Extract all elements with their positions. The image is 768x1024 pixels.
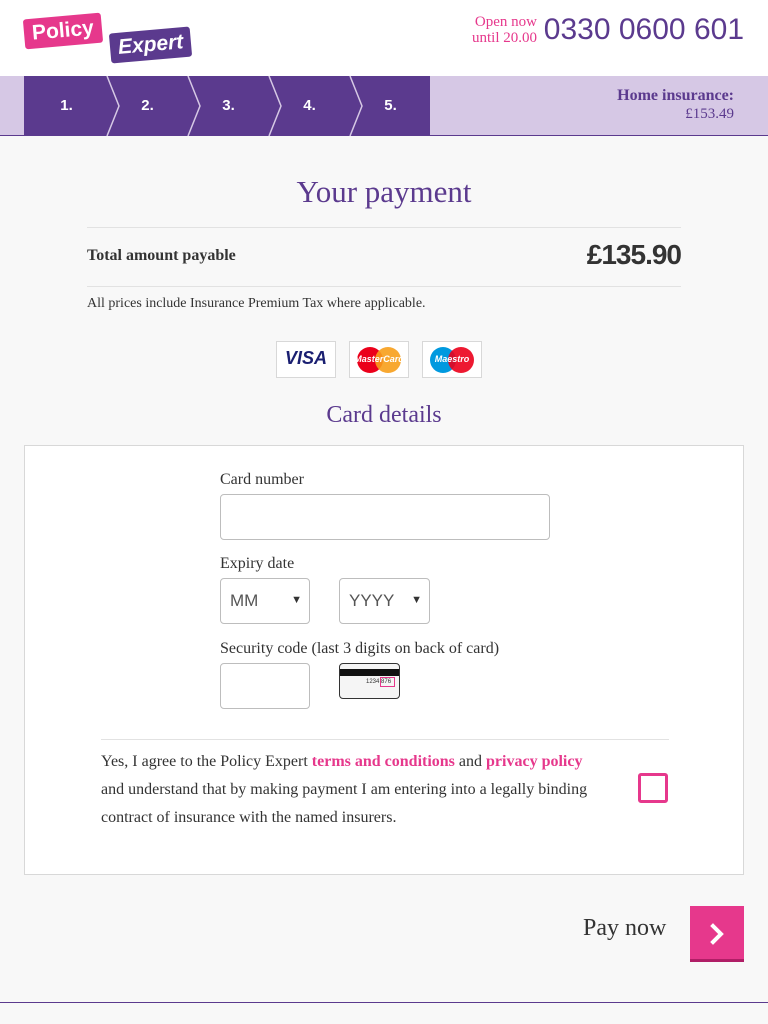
card-details-panel: Card number Expiry date MM ▼ YYYY ▼ Secu… bbox=[24, 445, 744, 875]
mastercard-logo-text: MasterCard bbox=[354, 354, 404, 364]
expiry-date-label: Expiry date bbox=[220, 555, 295, 572]
divider bbox=[87, 227, 681, 228]
page-title: Your payment bbox=[296, 174, 472, 209]
total-label: Total amount payable bbox=[87, 247, 236, 264]
pay-now-label[interactable]: Pay now bbox=[583, 915, 666, 942]
step-separator-icon bbox=[187, 76, 201, 136]
agree-checkbox[interactable] bbox=[638, 773, 668, 803]
step-separator-icon bbox=[106, 76, 120, 136]
premium-value: £153.49 bbox=[685, 106, 734, 122]
card-number-input[interactable] bbox=[220, 494, 550, 540]
divider bbox=[87, 286, 681, 287]
phone-number[interactable]: 0330 0600 601 bbox=[544, 12, 744, 48]
card-details-title: Card details bbox=[326, 402, 442, 428]
footer-divider bbox=[0, 1002, 768, 1003]
divider bbox=[101, 739, 669, 740]
logo-word-policy: Policy bbox=[22, 12, 104, 50]
accepted-cards: VISA MasterCard Maestro bbox=[276, 341, 492, 378]
expiry-year-value: YYYY bbox=[349, 591, 395, 610]
agreement-text: Yes, I agree to the Policy Expert terms … bbox=[101, 748, 601, 832]
chevron-right-icon bbox=[710, 923, 724, 945]
step-separator-icon bbox=[268, 76, 282, 136]
card-number-label: Card number bbox=[220, 471, 304, 488]
expiry-month-select[interactable]: MM ▼ bbox=[220, 578, 310, 624]
step-separator-icon bbox=[349, 76, 363, 136]
terms-and-conditions-link[interactable]: terms and conditions bbox=[312, 753, 455, 770]
site-header: Policy Expert Open now until 20.00 0330 … bbox=[0, 0, 768, 76]
open-now-text: Open now bbox=[474, 14, 537, 30]
maestro-logo-text: Maestro bbox=[434, 354, 470, 364]
step-1: 1. bbox=[60, 97, 73, 114]
cvv-highlight bbox=[380, 677, 395, 687]
pay-now-button[interactable] bbox=[690, 906, 744, 962]
tax-note: All prices include Insurance Premium Tax… bbox=[87, 296, 426, 311]
security-code-input[interactable] bbox=[220, 663, 310, 709]
policy-expert-logo[interactable]: Policy Expert bbox=[22, 12, 204, 66]
expiry-year-select[interactable]: YYYY ▼ bbox=[339, 578, 430, 624]
progress-steps: 1. 2. 3. 4. 5. bbox=[24, 76, 430, 136]
card-back-icon: 1234 876 bbox=[339, 663, 400, 699]
chevron-down-icon: ▼ bbox=[291, 594, 302, 606]
agreement-text-start: Yes, I agree to the Policy Expert bbox=[101, 753, 312, 770]
expiry-month-value: MM bbox=[230, 591, 259, 610]
chevron-down-icon: ▼ bbox=[411, 594, 422, 606]
maestro-logo: Maestro bbox=[422, 341, 482, 378]
opening-hours: Open now until 20.00 bbox=[472, 14, 537, 46]
premium-summary: Home insurance: £153.49 bbox=[617, 86, 734, 124]
privacy-policy-link[interactable]: privacy policy bbox=[486, 753, 582, 770]
security-code-label: Security code (last 3 digits on back of … bbox=[220, 640, 500, 657]
premium-label: Home insurance: bbox=[617, 87, 734, 104]
logo-word-expert: Expert bbox=[108, 26, 193, 64]
open-until-text: until 20.00 bbox=[471, 30, 537, 46]
total-value: £135.90 bbox=[586, 239, 682, 270]
agreement-text-and: and bbox=[454, 753, 487, 770]
mastercard-logo: MasterCard bbox=[349, 341, 409, 378]
visa-logo: VISA bbox=[276, 341, 336, 378]
visa-logo-text: VISA bbox=[284, 348, 327, 368]
progress-bar: 1. 2. 3. 4. 5. Home insurance: £153.49 bbox=[0, 76, 768, 136]
agreement-text-end: and understand that by making payment I … bbox=[101, 781, 588, 826]
magnetic-stripe bbox=[340, 669, 399, 676]
